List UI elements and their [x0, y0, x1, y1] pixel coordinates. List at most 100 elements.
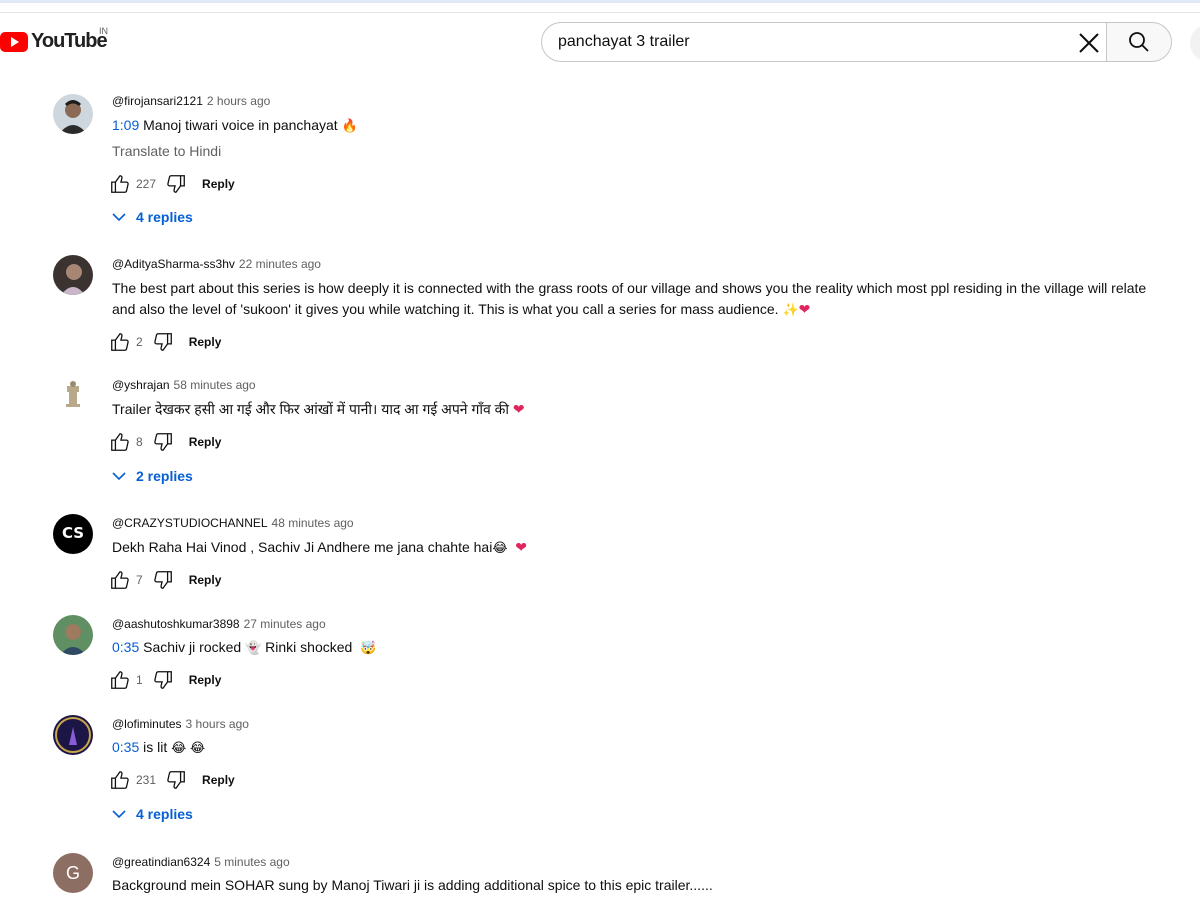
- comment-text-line-1: The best part about this series is how d…: [112, 280, 1147, 296]
- comment-time[interactable]: 58 minutes ago: [174, 378, 256, 392]
- like-count: 227: [136, 177, 157, 191]
- author-handle[interactable]: @CRAZYSTUDIOCHANNEL: [112, 516, 268, 530]
- laughing-emoji: 😂 😂: [171, 740, 206, 755]
- comment-time[interactable]: 22 minutes ago: [239, 257, 321, 271]
- comment-text: Trailer देखकर हसी आ गई और फिर आंखों में …: [112, 399, 525, 420]
- comment-body: Manoj tiwari voice in panchayat: [139, 117, 342, 133]
- reply-button[interactable]: Reply: [189, 673, 222, 687]
- comment-body: and also the level of 'sukoon' it gives …: [112, 301, 783, 317]
- comment-time[interactable]: 48 minutes ago: [272, 516, 354, 530]
- view-replies-button[interactable]: 4 replies: [112, 806, 193, 822]
- chevron-down-icon: [112, 213, 126, 222]
- avatar[interactable]: G: [53, 853, 93, 893]
- avatar[interactable]: [53, 94, 93, 134]
- author-handle[interactable]: @firojansari2121: [112, 94, 203, 108]
- like-count: 7: [136, 573, 143, 587]
- comment-author: @firojansari2121 2 hours ago: [112, 94, 270, 108]
- comment-actions: 2 Reply: [108, 330, 221, 354]
- search-button[interactable]: [1106, 22, 1172, 62]
- like-count: 231: [136, 773, 157, 787]
- country-code: IN: [99, 26, 108, 36]
- search-icon: [1129, 32, 1149, 52]
- avatar[interactable]: [53, 615, 93, 655]
- logo-text: YouTube: [31, 30, 108, 52]
- avatar[interactable]: [53, 715, 93, 755]
- reply-button[interactable]: Reply: [202, 177, 235, 191]
- like-icon[interactable]: [108, 172, 132, 196]
- browser-top-strip: [0, 0, 1200, 13]
- like-icon[interactable]: [108, 330, 132, 354]
- heart-emoji: ❤: [515, 539, 528, 555]
- avatar[interactable]: [53, 376, 93, 416]
- author-handle[interactable]: @AdityaSharma-ss3hv: [112, 257, 235, 271]
- dislike-icon[interactable]: [151, 668, 175, 692]
- reply-button[interactable]: Reply: [189, 435, 222, 449]
- avatar[interactable]: CS: [53, 514, 93, 554]
- comment-author: @AdityaSharma-ss3hv 22 minutes ago: [112, 257, 321, 271]
- author-handle[interactable]: @lofiminutes: [112, 717, 182, 731]
- comment-text-line-2: and also the level of 'sukoon' it gives …: [112, 299, 810, 320]
- dislike-icon[interactable]: [164, 172, 188, 196]
- chevron-down-icon: [112, 472, 126, 481]
- search-input[interactable]: [558, 23, 1058, 61]
- heart-emoji: ❤: [512, 401, 525, 417]
- comment-body: Dekh Raha Hai Vinod , Sachiv Ji Andhere …: [112, 539, 493, 555]
- comment-body: Sachiv ji rocked: [139, 639, 246, 655]
- comment-body: Trailer देखकर हसी आ गई और फिर आंखों में …: [112, 401, 513, 417]
- view-replies-button[interactable]: 2 replies: [112, 468, 193, 484]
- youtube-play-icon: [0, 31, 28, 52]
- ghost-emoji: 👻: [245, 640, 262, 655]
- dislike-icon[interactable]: [151, 430, 175, 454]
- comment-text: Background mein SOHAR sung by Manoj Tiwa…: [112, 877, 713, 893]
- view-replies-button[interactable]: 4 replies: [112, 209, 193, 225]
- like-icon[interactable]: [108, 768, 132, 792]
- comment-body-2: Rinki shocked: [261, 639, 357, 655]
- clear-search-button[interactable]: [1074, 28, 1104, 58]
- comment-author: @CRAZYSTUDIOCHANNEL 48 minutes ago: [112, 516, 354, 530]
- video-timestamp-link[interactable]: 0:35: [112, 739, 139, 755]
- comment-actions: 231 Reply: [108, 768, 235, 792]
- like-icon[interactable]: [108, 668, 132, 692]
- youtube-logo[interactable]: YouTube IN: [0, 26, 108, 53]
- author-handle[interactable]: @aashutoshkumar3898: [112, 617, 240, 631]
- reply-button[interactable]: Reply: [189, 335, 222, 349]
- search-box: [541, 22, 1106, 62]
- like-count: 8: [136, 435, 143, 449]
- comment-time[interactable]: 3 hours ago: [186, 717, 249, 731]
- comment-author: @aashutoshkumar3898 27 minutes ago: [112, 617, 326, 631]
- browser-edge: [0, 0, 1200, 3]
- avatar-letter: G: [65, 862, 80, 883]
- dislike-icon[interactable]: [164, 768, 188, 792]
- like-count: 1: [136, 673, 143, 687]
- comment-actions: 7 Reply: [108, 568, 221, 592]
- comment-text: 0:35 is lit 😂 😂: [112, 737, 205, 758]
- comment-actions: 227 Reply: [108, 172, 235, 196]
- video-timestamp-link[interactable]: 0:35: [112, 639, 139, 655]
- comment-author: @greatindian6324 5 minutes ago: [112, 855, 290, 869]
- like-count: 2: [136, 335, 143, 349]
- reply-button[interactable]: Reply: [202, 773, 235, 787]
- author-handle[interactable]: @greatindian6324: [112, 855, 210, 869]
- comment-text: 1:09 Manoj tiwari voice in panchayat 🔥: [112, 115, 358, 136]
- video-timestamp-link[interactable]: 1:09: [112, 117, 139, 133]
- avatar[interactable]: [53, 255, 93, 295]
- voice-search-button[interactable]: [1190, 24, 1200, 62]
- dislike-icon[interactable]: [151, 330, 175, 354]
- comment-actions: 1 Reply: [108, 668, 221, 692]
- comment-text: Dekh Raha Hai Vinod , Sachiv Ji Andhere …: [112, 537, 527, 558]
- dislike-icon[interactable]: [151, 568, 175, 592]
- like-icon[interactable]: [108, 568, 132, 592]
- like-icon[interactable]: [108, 430, 132, 454]
- comment-author: @yshrajan 58 minutes ago: [112, 378, 256, 392]
- replies-label: 4 replies: [136, 806, 193, 822]
- translate-link[interactable]: Translate to Hindi: [112, 143, 221, 159]
- comment-time[interactable]: 27 minutes ago: [244, 617, 326, 631]
- reply-button[interactable]: Reply: [189, 573, 222, 587]
- svg-text:CS: CS: [62, 524, 84, 542]
- replies-label: 4 replies: [136, 209, 193, 225]
- comment-time[interactable]: 5 minutes ago: [214, 855, 289, 869]
- comment-actions: 8 Reply: [108, 430, 221, 454]
- comment-time[interactable]: 2 hours ago: [207, 94, 270, 108]
- heart-emoji: ❤: [798, 301, 811, 317]
- author-handle[interactable]: @yshrajan: [112, 378, 170, 392]
